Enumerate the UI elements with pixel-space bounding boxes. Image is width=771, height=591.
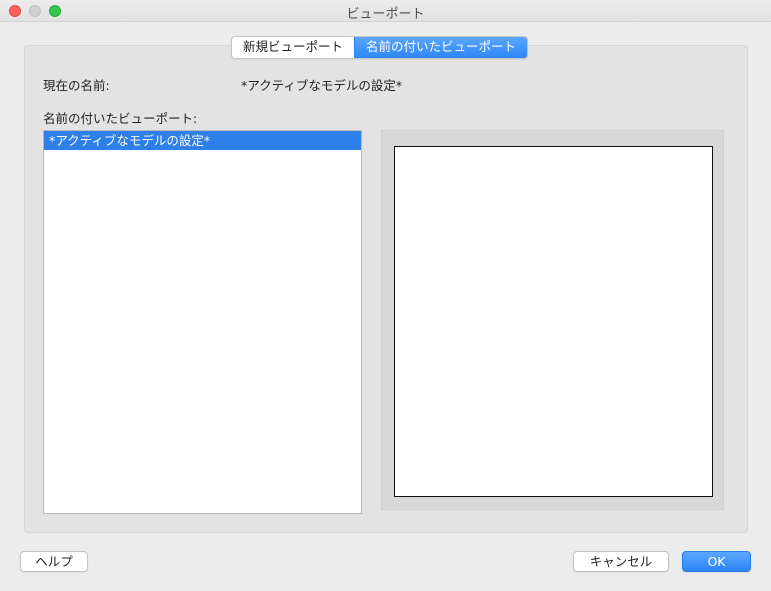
window-title: ビューポート [346,7,425,22]
title-bar: ビューポート [0,0,771,22]
named-viewports-list[interactable]: *アクティブなモデルの設定* [43,130,362,514]
viewport-preview [394,146,713,497]
named-viewports-label: 名前の付いたビューポート: [43,111,198,126]
current-name-value: *アクティブなモデルの設定* [241,78,403,93]
tab-bar: 新規ビューポート 名前の付いたビューポート [231,36,529,59]
list-item[interactable]: *アクティブなモデルの設定* [44,131,361,150]
ok-button[interactable]: OK [682,551,751,572]
cancel-button[interactable]: キャンセル [573,551,669,572]
viewport-dialog: ビューポート 新規ビューポート 名前の付いたビューポート 現在の名前: *アクテ… [0,0,771,591]
help-button[interactable]: ヘルプ [20,551,88,572]
tab-new-viewports[interactable]: 新規ビューポート [232,37,355,58]
tab-named-viewports[interactable]: 名前の付いたビューポート [354,37,528,58]
current-name-label: 現在の名前: [43,78,110,93]
preview-panel [381,130,724,510]
